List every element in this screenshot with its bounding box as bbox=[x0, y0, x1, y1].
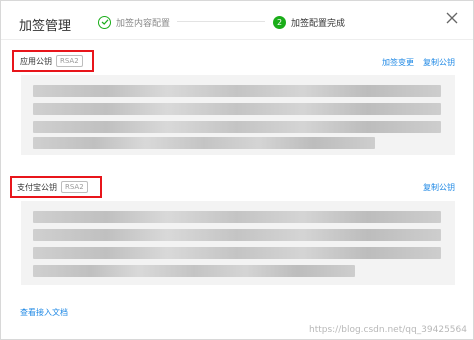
blurred-text-line bbox=[33, 265, 355, 277]
copy-alipay-key-link[interactable]: 复制公钥 bbox=[423, 182, 455, 193]
view-docs-link[interactable]: 查看接入文档 bbox=[20, 307, 68, 318]
app-key-content bbox=[21, 75, 455, 155]
blurred-text-line bbox=[33, 229, 441, 241]
blurred-text-line bbox=[33, 85, 441, 97]
dialog-title: 加签管理 bbox=[19, 19, 72, 34]
highlight-box-app-key bbox=[12, 50, 94, 72]
copy-app-key-link[interactable]: 复制公钥 bbox=[423, 57, 455, 68]
blurred-text-line bbox=[33, 137, 375, 149]
watermark: https://blog.csdn.net/qq_39425564 bbox=[308, 325, 467, 335]
step-label: 加签配置完成 bbox=[291, 18, 346, 29]
step-number: 2 bbox=[273, 15, 286, 29]
alipay-key-content bbox=[21, 201, 455, 285]
blurred-text-line bbox=[33, 121, 441, 133]
dialog: 加签管理 加签内容配置 2 加签配置完成 应用公钥 RSA2 加签变更 复制公钥… bbox=[0, 0, 474, 340]
highlight-box-alipay-key bbox=[10, 176, 102, 198]
header-divider bbox=[1, 39, 473, 40]
step-content-config: 加签内容配置 bbox=[98, 13, 170, 31]
check-icon bbox=[98, 15, 111, 29]
step-connector bbox=[177, 21, 265, 22]
close-icon[interactable] bbox=[445, 10, 459, 24]
step-label: 加签内容配置 bbox=[116, 18, 171, 29]
blurred-text-line bbox=[33, 247, 441, 259]
step-config-complete: 2 加签配置完成 bbox=[273, 13, 345, 31]
blurred-text-line bbox=[33, 211, 441, 223]
change-sign-link[interactable]: 加签变更 bbox=[382, 57, 414, 68]
blurred-text-line bbox=[33, 103, 441, 115]
